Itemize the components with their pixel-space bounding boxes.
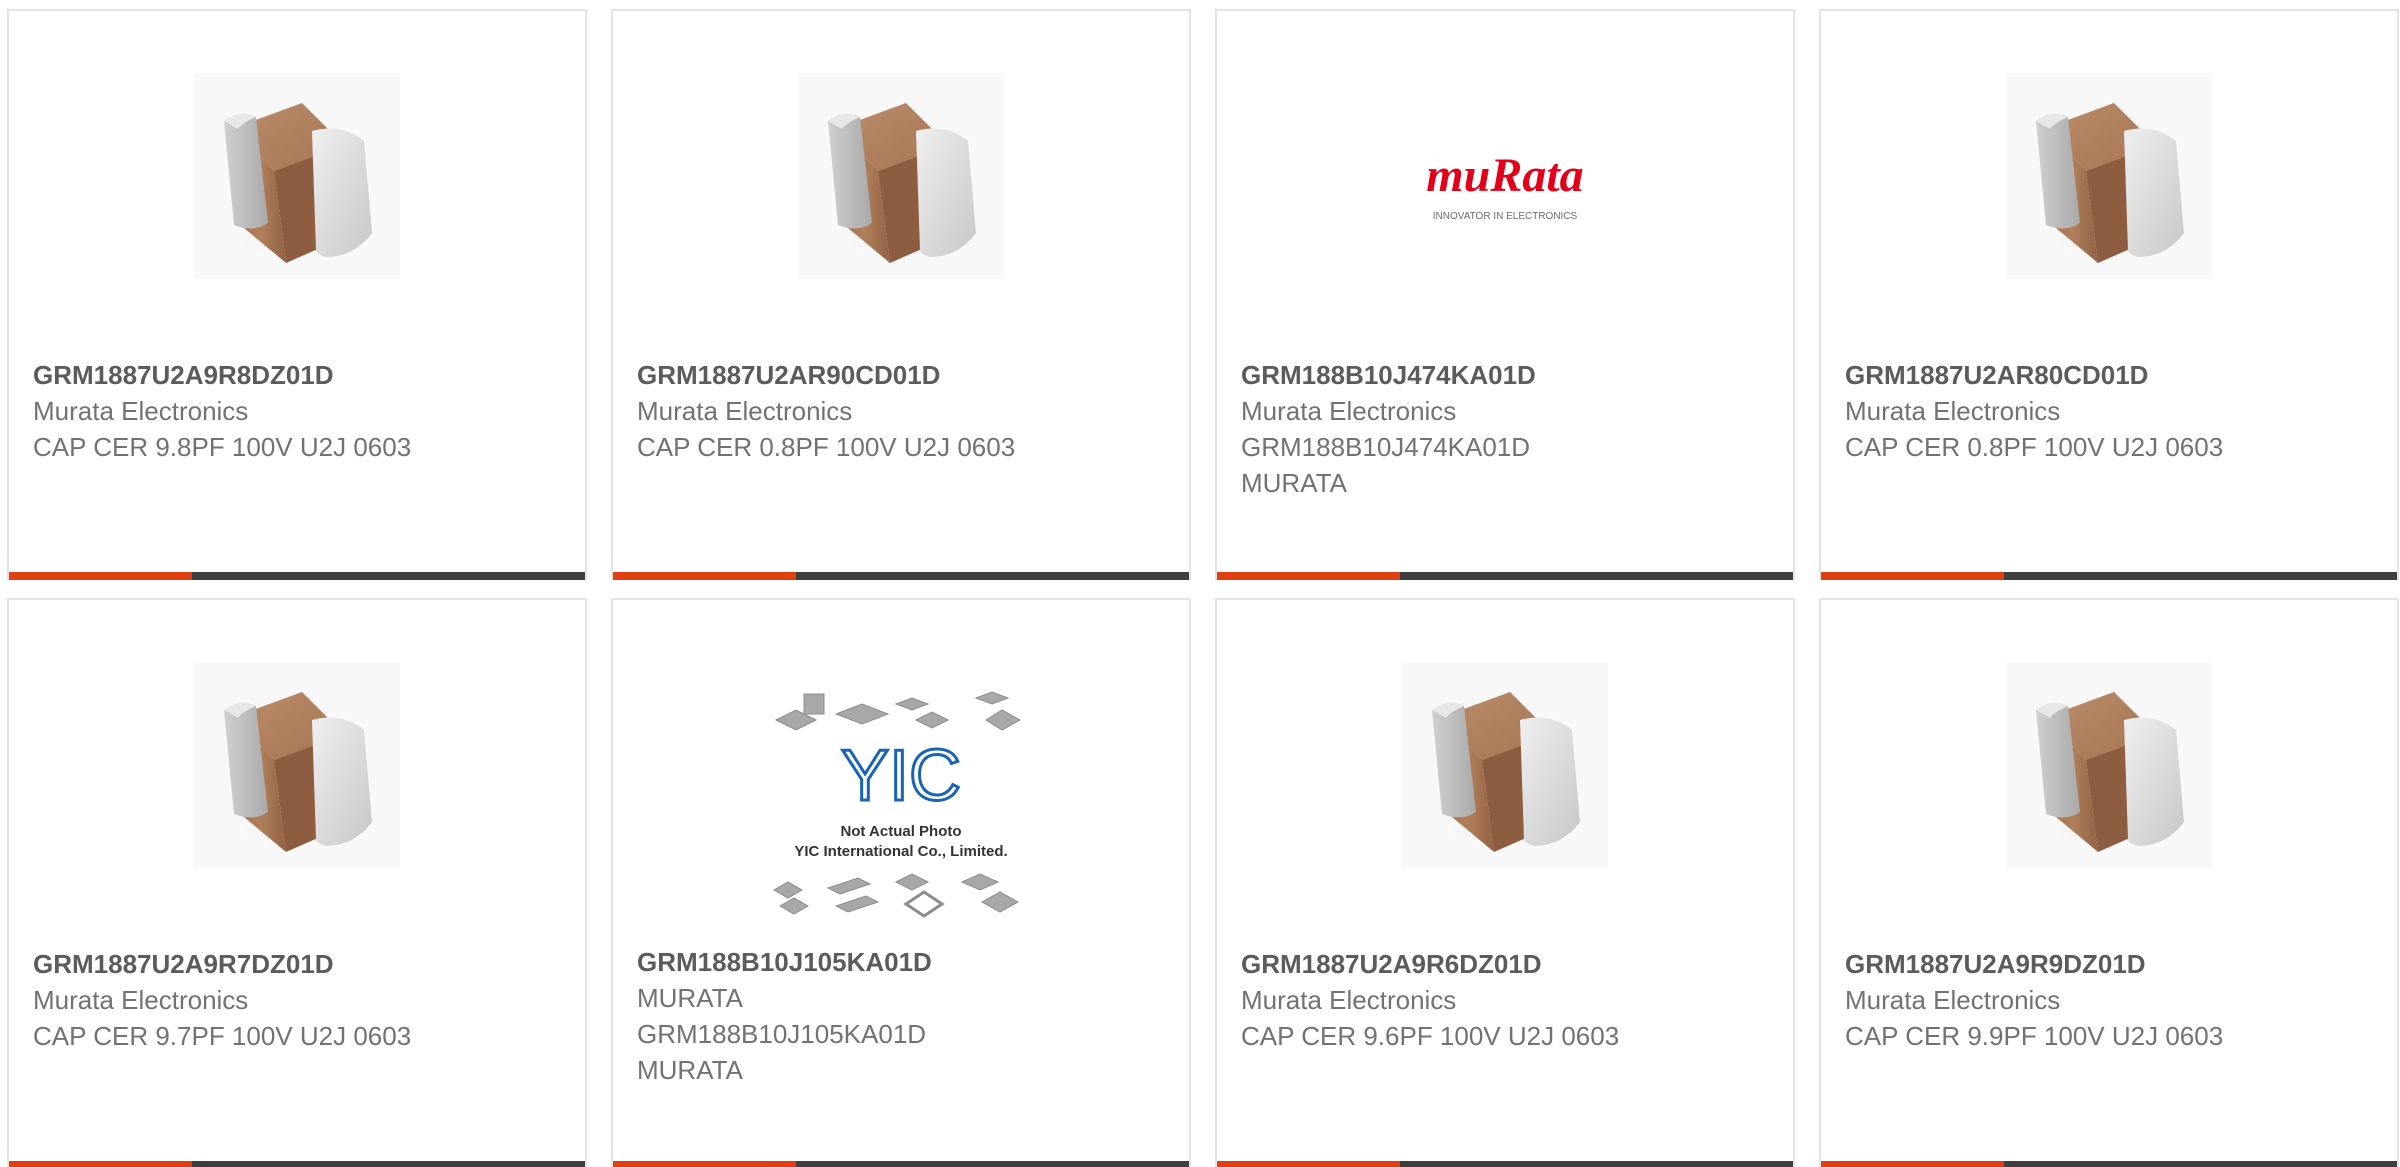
svg-text:YIC: YIC [841,736,961,816]
part-number[interactable]: GRM1887U2AR80CD01D [1845,357,2377,393]
brand: MURATA [637,1055,743,1085]
part-number[interactable]: GRM1887U2AR90CD01D [637,357,1169,393]
product-image[interactable] [9,73,585,279]
product-info: GRM188B10J105KA01D MURATA GRM188B10J105K… [637,944,1169,1088]
svg-text:YIC International Co., Limited: YIC International Co., Limited. [794,843,1007,860]
description: GRM188B10J105KA01D [637,1019,927,1049]
manufacturer: Murata Electronics [1845,985,2061,1015]
part-number[interactable]: GRM1887U2A9R9DZ01D [1845,946,2377,982]
product-card[interactable]: GRM1887U2A9R8DZ01D Murata Electronics CA… [7,9,587,580]
manufacturer: Murata Electronics [1845,396,2061,426]
product-info: GRM1887U2A9R8DZ01D Murata Electronics CA… [33,357,565,465]
card-accent-bar [1821,572,2004,580]
product-image[interactable] [1217,662,1793,868]
part-number[interactable]: GRM188B10J105KA01D [637,944,1169,980]
capacitor-chip-image [194,662,400,868]
not-actual-photo-placeholder: YIC Not Actual Photo YIC International C… [772,691,1022,918]
svg-text:Not Actual Photo: Not Actual Photo [840,823,961,840]
capacitor-chip-image [194,73,400,279]
description: CAP CER 0.8PF 100V U2J 0603 [1845,432,2224,462]
capacitor-chip-image [798,73,1004,279]
card-accent-bar [1217,1161,1400,1167]
product-info: GRM1887U2AR90CD01D Murata Electronics CA… [637,357,1169,465]
product-info: GRM1887U2A9R9DZ01D Murata Electronics CA… [1845,946,2377,1054]
svg-text:INNOVATOR IN ELECTRONICS: INNOVATOR IN ELECTRONICS [1433,211,1578,222]
description: CAP CER 0.8PF 100V U2J 0603 [637,432,1016,462]
card-accent-bar [1821,1161,2004,1167]
description: CAP CER 9.9PF 100V U2J 0603 [1845,1021,2224,1051]
brand: MURATA [1241,468,1347,498]
manufacturer: Murata Electronics [637,396,853,426]
card-accent-bar [613,572,796,580]
product-card[interactable]: YIC Not Actual Photo YIC International C… [611,598,1191,1167]
product-info: GRM188B10J474KA01D Murata Electronics GR… [1241,357,1773,501]
card-accent-bar [613,1161,796,1167]
product-image[interactable]: YIC Not Actual Photo YIC International C… [613,690,1189,930]
product-info: GRM1887U2A9R6DZ01D Murata Electronics CA… [1241,946,1773,1054]
product-card[interactable]: GRM1887U2AR80CD01D Murata Electronics CA… [1819,9,2399,580]
manufacturer: MURATA [637,983,743,1013]
product-image[interactable]: muRata INNOVATOR IN ELECTRONICS [1217,73,1793,279]
description: CAP CER 9.6PF 100V U2J 0603 [1241,1021,1620,1051]
product-image[interactable] [613,73,1189,279]
product-info: GRM1887U2AR80CD01D Murata Electronics CA… [1845,357,2377,465]
capacitor-chip-image [2006,662,2212,868]
manufacturer: Murata Electronics [1241,396,1457,426]
manufacturer: Murata Electronics [33,396,249,426]
product-info: GRM1887U2A9R7DZ01D Murata Electronics CA… [33,946,565,1054]
murata-logo: muRata INNOVATOR IN ELECTRONICS [1426,149,1583,222]
product-image[interactable] [1821,662,2397,868]
part-number[interactable]: GRM1887U2A9R6DZ01D [1241,946,1773,982]
product-image[interactable] [9,662,585,868]
product-card[interactable]: GRM1887U2A9R6DZ01D Murata Electronics CA… [1215,598,1795,1167]
manufacturer: Murata Electronics [33,985,249,1015]
capacitor-chip-image [1402,662,1608,868]
description: CAP CER 9.7PF 100V U2J 0603 [33,1021,412,1051]
part-number[interactable]: GRM1887U2A9R8DZ01D [33,357,565,393]
part-number[interactable]: GRM1887U2A9R7DZ01D [33,946,565,982]
product-card[interactable]: GRM1887U2A9R7DZ01D Murata Electronics CA… [7,598,587,1167]
product-card[interactable]: GRM1887U2A9R9DZ01D Murata Electronics CA… [1819,598,2399,1167]
svg-text:muRata: muRata [1426,149,1583,202]
manufacturer: Murata Electronics [1241,985,1457,1015]
product-card[interactable]: GRM1887U2AR90CD01D Murata Electronics CA… [611,9,1191,580]
part-number[interactable]: GRM188B10J474KA01D [1241,357,1773,393]
description: GRM188B10J474KA01D [1241,432,1531,462]
card-accent-bar [9,1161,192,1167]
card-accent-bar [1217,572,1400,580]
product-card[interactable]: muRata INNOVATOR IN ELECTRONICS GRM188B1… [1215,9,1795,580]
product-grid: GRM1887U2A9R8DZ01D Murata Electronics CA… [0,0,2400,1167]
description: CAP CER 9.8PF 100V U2J 0603 [33,432,412,462]
capacitor-chip-image [2006,73,2212,279]
card-accent-bar [9,572,192,580]
product-image[interactable] [1821,73,2397,279]
